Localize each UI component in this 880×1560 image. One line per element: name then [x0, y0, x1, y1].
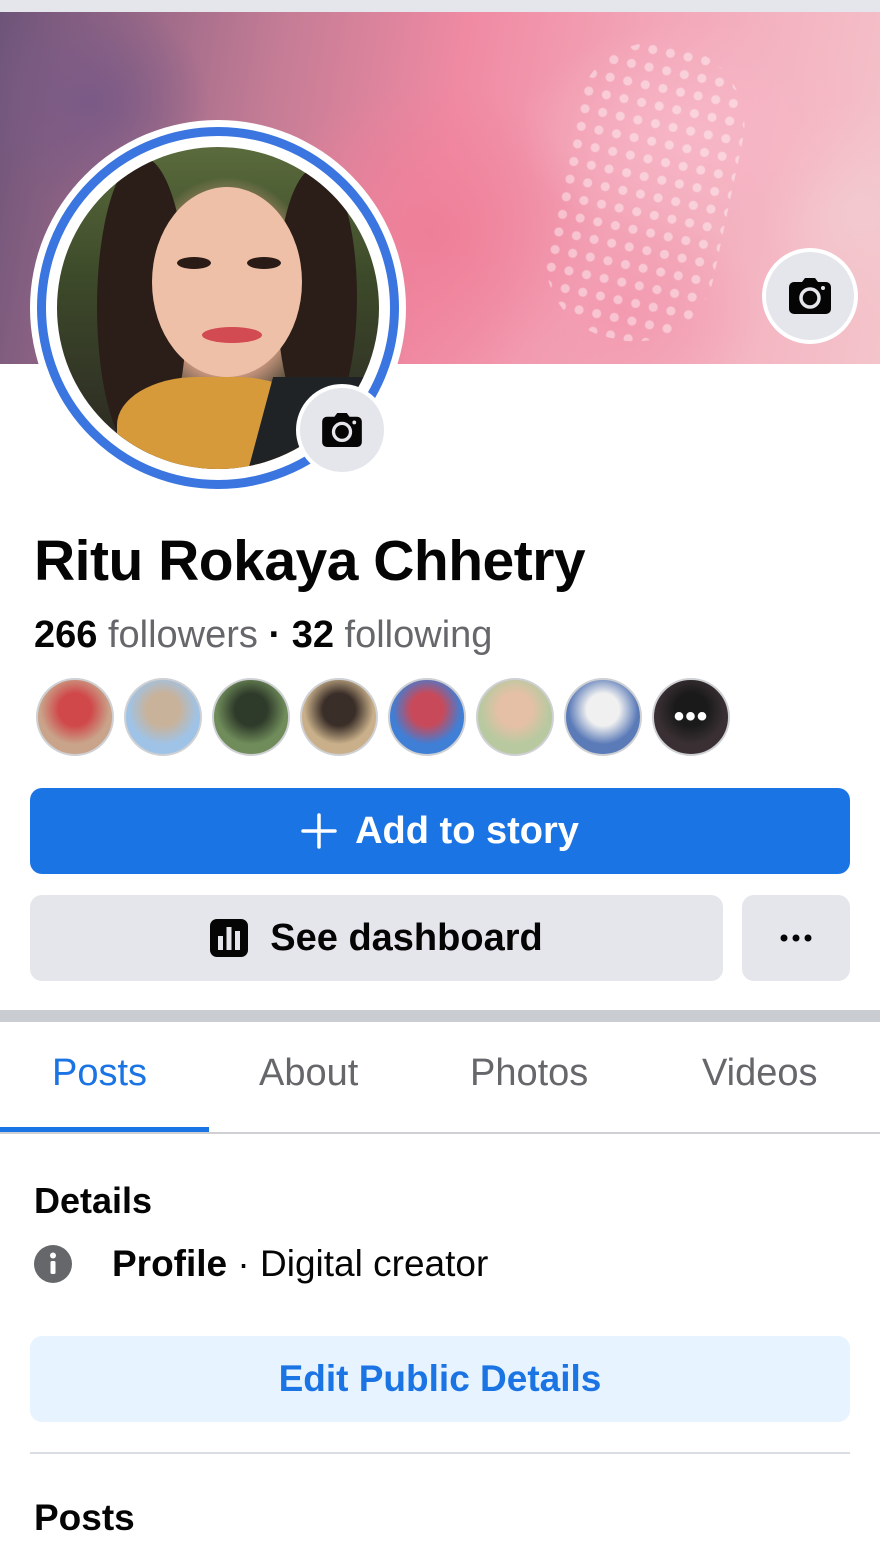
tab-posts[interactable]: Posts: [52, 1052, 147, 1095]
detail-label: Profile: [112, 1243, 228, 1284]
friend-avatar[interactable]: [300, 678, 378, 756]
followers-label: followers: [107, 614, 258, 656]
status-bar-edge: [0, 0, 880, 12]
friend-avatar[interactable]: [388, 678, 466, 756]
friend-avatar[interactable]: •••: [652, 678, 730, 756]
profile-name: Ritu Rokaya Chhetry: [34, 529, 586, 593]
camera-icon: [322, 413, 362, 447]
details-heading: Details: [34, 1180, 153, 1221]
posts-heading: Posts: [34, 1497, 135, 1538]
tab-about[interactable]: About: [259, 1052, 358, 1095]
add-to-story-button[interactable]: Add to story: [30, 788, 850, 874]
edit-public-details-button[interactable]: Edit Public Details: [30, 1336, 850, 1422]
active-tab-indicator: [0, 1127, 209, 1132]
edit-profile-picture-button[interactable]: [296, 384, 388, 476]
friend-avatar[interactable]: [476, 678, 554, 756]
followers-count: 266: [34, 614, 98, 656]
more-friends-indicator: •••: [673, 700, 709, 733]
info-icon: [34, 1245, 72, 1283]
friends-avatar-row: •••: [36, 678, 730, 756]
detail-value: Digital creator: [260, 1243, 489, 1284]
detail-text: Profile · Digital creator: [112, 1243, 488, 1285]
bar-chart-icon: [210, 919, 249, 957]
divider: [30, 1452, 850, 1454]
following-label: following: [344, 614, 493, 656]
following-link[interactable]: 32 following: [292, 614, 493, 656]
friend-avatar[interactable]: [124, 678, 202, 756]
camera-icon: [789, 278, 831, 314]
detail-profile-category: Profile · Digital creator: [34, 1243, 488, 1285]
see-dashboard-label: See dashboard: [270, 916, 543, 959]
section-divider: [0, 1010, 880, 1022]
profile-tabs: Posts About Photos Videos: [0, 1022, 880, 1134]
add-to-story-label: Add to story: [355, 809, 579, 852]
tab-photos[interactable]: Photos: [470, 1052, 588, 1095]
see-dashboard-button[interactable]: See dashboard: [30, 895, 723, 981]
edit-cover-photo-button[interactable]: [762, 248, 858, 344]
tab-videos[interactable]: Videos: [702, 1052, 818, 1095]
detail-separator: ·: [227, 1243, 261, 1284]
friend-avatar[interactable]: [36, 678, 114, 756]
stats-separator: ·: [268, 614, 282, 656]
plus-icon: [301, 813, 337, 849]
cover-photo-pattern: [530, 27, 760, 357]
followers-link[interactable]: 266 followers: [34, 614, 258, 656]
more-options-button[interactable]: [742, 895, 850, 981]
following-count: 32: [291, 614, 334, 656]
friend-avatar[interactable]: [212, 678, 290, 756]
follow-stats: 266 followers · 32 following: [34, 614, 492, 657]
friend-avatar[interactable]: [564, 678, 642, 756]
ellipsis-icon: [780, 934, 812, 942]
